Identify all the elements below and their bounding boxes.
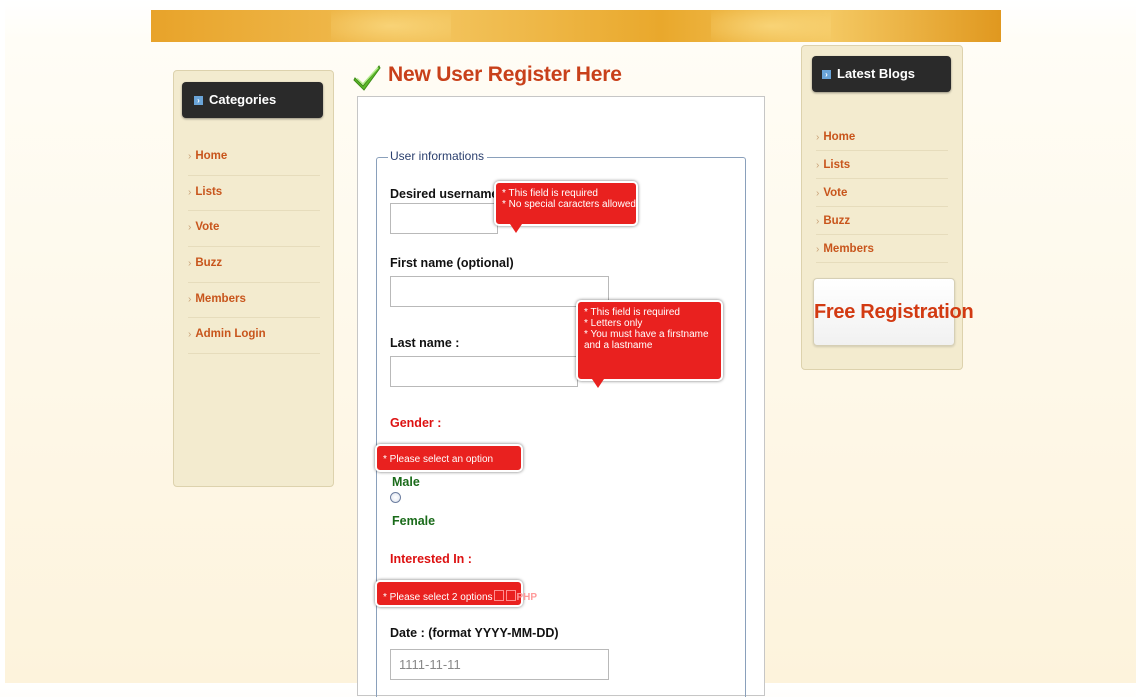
- arrow-right-icon: ›: [816, 216, 820, 227]
- arrow-right-icon: ›: [188, 293, 192, 305]
- arrow-square-icon: ›: [822, 70, 831, 80]
- tooltip-tail: [592, 379, 604, 388]
- arrow-right-icon: ›: [188, 258, 192, 270]
- error-line: * Please select an option: [383, 454, 494, 465]
- blog-item-label: Home: [823, 131, 856, 143]
- arrow-right-icon: ›: [816, 132, 820, 143]
- username-error-tooltip[interactable]: * This field is required * No special ca…: [494, 181, 638, 233]
- checkbox-ghost: [505, 590, 516, 601]
- categories-header: › Categories: [182, 82, 323, 118]
- blog-item-members[interactable]: › Members: [816, 235, 948, 263]
- error-line: * You must have a firstname: [584, 329, 709, 340]
- categories-title: Categories: [209, 92, 277, 107]
- blog-item-vote[interactable]: › Vote: [816, 179, 948, 207]
- checkbox-ghost: [493, 590, 504, 601]
- interest-label: Interested In :: [390, 552, 472, 566]
- blog-item-label: Buzz: [823, 215, 851, 227]
- latest-blogs-title: Latest Blogs: [837, 66, 916, 81]
- username-label: Desired username :: [390, 187, 507, 201]
- arrow-right-icon: ›: [816, 160, 820, 171]
- blog-item-label: Members: [823, 243, 874, 255]
- latest-blogs-nav: › Home › Lists › Vote › Buzz › Members: [816, 123, 948, 263]
- error-line: * No special caracters allowed: [502, 199, 636, 210]
- arrow-right-icon: ›: [188, 329, 192, 341]
- sidebar-item-buzz[interactable]: › Buzz: [188, 247, 320, 283]
- sidebar-item-label: Vote: [195, 221, 220, 234]
- categories-nav: › Home › Lists › Vote › Buzz › Members › Admin…: [188, 140, 320, 355]
- free-registration-button[interactable]: Free Registration: [813, 278, 974, 346]
- fieldset-legend: User informations: [388, 149, 488, 163]
- sidebar-item-vote[interactable]: › Vote: [188, 211, 320, 248]
- php-option-label: PHP: [516, 592, 538, 603]
- blog-item-lists[interactable]: › Lists: [816, 151, 948, 179]
- error-line: * This field is required: [584, 307, 680, 318]
- interest-error-tooltip[interactable]: * Please select 2 options PHP: [375, 580, 537, 607]
- blog-item-buzz[interactable]: › Buzz: [816, 207, 948, 235]
- checkmark-icon: [353, 65, 381, 91]
- latest-blogs-header: › Latest Blogs: [812, 56, 951, 92]
- tooltip-tail: [510, 224, 522, 233]
- error-line: * Please select 2 options PHP: [383, 590, 537, 603]
- arrow-square-icon: ›: [194, 96, 203, 106]
- sidebar-item-label: Admin Login: [195, 328, 266, 341]
- sidebar-item-label: Home: [195, 150, 228, 162]
- header-banner: [151, 10, 1001, 42]
- arrow-right-icon: ›: [188, 186, 192, 198]
- gender-option-male-label: Male: [392, 475, 420, 489]
- sidebar-item-label: Members: [195, 292, 246, 305]
- lastname-error-tooltip[interactable]: * This field is required * Letters only …: [576, 300, 723, 388]
- error-line: * This field is required: [502, 188, 598, 199]
- page-edge: [0, 0, 5, 683]
- lastname-input[interactable]: [390, 356, 578, 387]
- blog-item-label: Vote: [823, 187, 848, 199]
- gender-option-female-label: Female: [392, 514, 436, 528]
- error-text: * Please select 2 options: [383, 592, 493, 603]
- banner-glow: [711, 10, 831, 42]
- sidebar-item-label: Buzz: [195, 257, 223, 270]
- error-line: * Letters only: [584, 318, 643, 329]
- gender-label: Gender :: [390, 416, 442, 430]
- banner-glow: [331, 10, 451, 42]
- gender-radio-male[interactable]: [390, 492, 401, 503]
- firstname-label: First name (optional): [390, 256, 514, 270]
- blog-item-label: Lists: [823, 159, 851, 171]
- blog-item-home[interactable]: › Home: [816, 123, 948, 151]
- username-input[interactable]: [390, 203, 498, 234]
- arrow-right-icon: ›: [188, 151, 192, 162]
- arrow-right-icon: ›: [816, 244, 820, 255]
- sidebar-item-label: Lists: [195, 185, 223, 198]
- date-label: Date : (format YYYY-MM-DD): [390, 626, 559, 640]
- page-title: New User Register Here: [388, 63, 622, 86]
- sidebar-item-members[interactable]: › Members: [188, 283, 320, 319]
- gender-error-tooltip[interactable]: * Please select an option: [375, 444, 523, 472]
- sidebar-item-admin-login[interactable]: › Admin Login: [188, 318, 320, 355]
- sidebar-item-lists[interactable]: › Lists: [188, 176, 320, 212]
- lastname-label: Last name :: [390, 336, 460, 350]
- arrow-right-icon: ›: [816, 188, 820, 199]
- arrow-right-icon: ›: [188, 222, 192, 234]
- error-line: and a lastname: [584, 340, 653, 351]
- sidebar-item-home[interactable]: › Home: [188, 140, 320, 176]
- date-input[interactable]: [390, 649, 609, 680]
